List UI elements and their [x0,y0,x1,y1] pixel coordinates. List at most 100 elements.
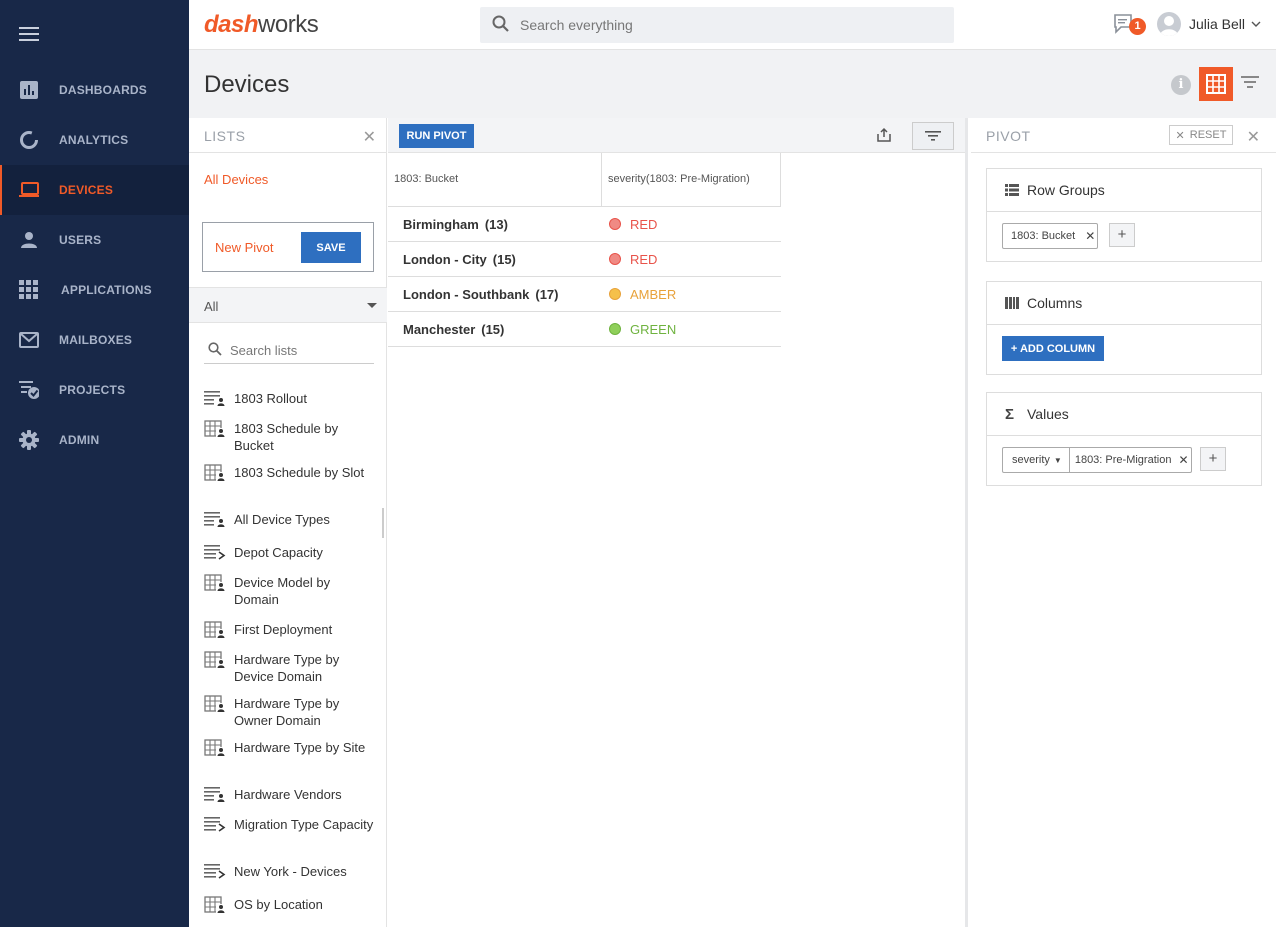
nav-projects[interactable]: PROJECTS [0,365,189,415]
column-header[interactable]: severity(1803: Pre-Migration) [602,153,781,206]
list-item[interactable]: All Device Types [204,511,374,529]
table-row[interactable]: Manchester (15) GREEN [388,312,781,347]
close-icon[interactable]: ✕ [1247,127,1260,147]
close-icon[interactable]: ✕ [1178,453,1188,467]
list-item[interactable]: Depot Capacity [204,544,374,562]
nav-applications[interactable]: APPLICATIONS [0,265,189,315]
nav-label: PROJECTS [59,383,126,397]
grid-header: 1803: Bucket severity(1803: Pre-Migratio… [388,153,781,207]
filter-icon[interactable] [1241,75,1259,92]
severity-label: RED [630,251,658,267]
list-item-label: Device Model by Domain [234,575,331,607]
list-item[interactable]: Hardware Type by Site [204,739,374,757]
list-item[interactable]: Hardware Type by Owner Domain [204,695,374,729]
lists-title: LISTS [204,128,246,144]
logo[interactable]: dashworks [204,11,319,39]
list-user-icon [204,511,226,529]
export-icon[interactable] [876,127,892,146]
section-title: Columns [1027,295,1083,311]
table-row[interactable]: London - City (15) RED [388,242,781,277]
save-button[interactable]: SAVE [301,232,361,263]
checklist-icon [19,380,39,400]
list-item[interactable]: Hardware Type by Device Domain [204,651,374,685]
nav-label: ANALYTICS [59,133,129,147]
list-item[interactable]: 1803 Rollout [204,390,374,408]
resize-handle[interactable] [382,508,384,538]
list-search [204,338,374,364]
section-title: Values [1027,406,1069,422]
close-icon[interactable]: ✕ [363,127,376,147]
list-item[interactable]: Hardware Vendors [204,786,374,804]
add-row-group-button[interactable]: + [1109,223,1135,247]
search-input[interactable] [520,17,920,33]
list-arrow-icon [204,544,226,562]
add-value-button[interactable]: + [1200,447,1226,471]
new-pivot-label[interactable]: New Pivot [215,240,274,255]
severity-cell: RED [602,252,781,267]
pivot-user-icon [204,651,226,669]
pivot-grid: 1803: Bucket severity(1803: Pre-Migratio… [388,153,781,347]
nav-mailboxes[interactable]: MAILBOXES [0,315,189,365]
list-item[interactable]: 1803 Schedule by Bucket [204,420,374,454]
list-item[interactable]: OS by Location [204,896,374,914]
bucket-count: (15) [481,321,505,337]
table-row[interactable]: London - Southbank (17) AMBER [388,277,781,312]
all-devices-link[interactable]: All Devices [204,172,268,187]
list-item-label: Hardware Type by Owner Domain [234,696,340,728]
nav-devices[interactable]: DEVICES [0,165,189,215]
nav-dashboards[interactable]: DASHBOARDS [0,65,189,115]
column-header[interactable]: 1803: Bucket [388,153,602,206]
column-filter-button[interactable] [912,122,954,150]
table-row[interactable]: Birmingham (13) RED [388,207,781,242]
list-item-label: 1803 Schedule by Slot [234,465,365,480]
grid-view-button[interactable] [1199,67,1233,101]
search-icon [492,15,510,36]
list-item[interactable]: Migration Type Capacity [204,816,374,834]
notifications-button[interactable]: 1 [1113,13,1146,37]
chip-label: 1803: Bucket [1011,230,1076,242]
list-item[interactable]: 1803 Schedule by Slot [204,464,374,482]
bucket-count: (17) [535,286,559,302]
nav-analytics[interactable]: ANALYTICS [0,115,189,165]
list-item[interactable]: New York - Devices [204,863,374,881]
close-icon[interactable]: ✕ [1085,229,1095,243]
columns-section: Columns + ADD COLUMN [986,281,1262,375]
add-column-button[interactable]: + ADD COLUMN [1002,336,1104,361]
section-title: Row Groups [1027,182,1105,198]
nav-label: MAILBOXES [59,333,133,347]
row-group-chip[interactable]: 1803: Bucket ✕ [1002,223,1098,249]
nav-label: DASHBOARDS [59,83,148,97]
chevron-down-icon [1251,21,1261,27]
list-item-label: New York - Devices [234,864,347,879]
nav-users[interactable]: USERS [0,215,189,265]
menu-icon[interactable] [19,27,39,43]
lists-header: LISTS ✕ [189,118,386,153]
table-icon [1206,74,1226,94]
run-pivot-button[interactable]: RUN PIVOT [399,124,474,148]
list-item[interactable]: Device Model by Domain [204,574,374,608]
list-item-label: Hardware Type by Site [234,740,366,755]
list-type-select[interactable]: All [189,287,387,323]
user-menu[interactable]: Julia Bell [1157,12,1261,36]
list-item-label: OS by Location [234,897,323,912]
aggregation-select[interactable]: severity ▼ [1003,448,1070,472]
pivot-user-icon [204,464,226,482]
list-item-label: 1803 Schedule by Bucket [234,421,339,453]
gear-icon [19,430,39,450]
info-icon[interactable]: i [1171,75,1191,95]
sidebar: DASHBOARDS ANALYTICS DEVICES USERS APPLI… [0,0,189,927]
search-icon [208,342,222,359]
bucket-count: (13) [484,216,508,232]
nav-label: USERS [59,233,102,247]
reset-button[interactable]: ✕ RESET [1169,125,1233,145]
list-item[interactable]: First Deployment [204,621,374,639]
list-arrow-icon [204,816,226,834]
columns-icon [1005,297,1019,309]
filter-icon [925,131,941,141]
nav-admin[interactable]: ADMIN [0,415,189,465]
list-search-input[interactable] [230,343,360,358]
row-groups-section: Row Groups 1803: Bucket ✕ + [986,168,1262,262]
severity-label: GREEN [630,321,677,337]
section-header: Σ Values [987,393,1261,436]
section-header: Columns [987,282,1261,325]
